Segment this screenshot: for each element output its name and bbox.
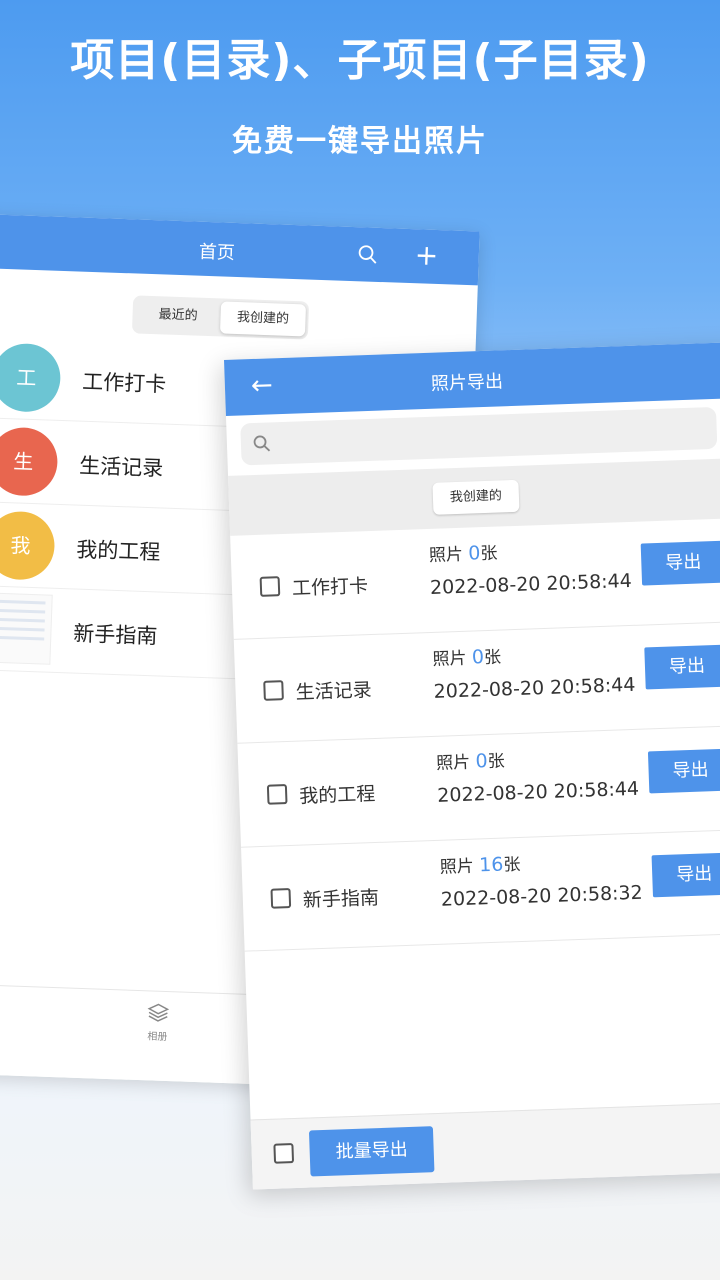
home-title: 首页 bbox=[198, 241, 236, 264]
export-button[interactable]: 导出 bbox=[644, 644, 720, 690]
row-checkbox[interactable] bbox=[259, 576, 281, 597]
export-screen: ← 照片导出 我创建的 工作打卡 照片 0张 2022-08-20 20:58:… bbox=[224, 341, 720, 1190]
table-row: 工作打卡 照片 0张 2022-08-20 20:58:44 导出 bbox=[230, 517, 720, 640]
segment-mine[interactable]: 我创建的 bbox=[219, 301, 307, 337]
photo-count: 照片 0张 bbox=[428, 542, 498, 566]
bulk-footer: 批量导出 bbox=[250, 1101, 720, 1190]
home-header: 首页 + bbox=[0, 214, 480, 286]
export-button[interactable]: 导出 bbox=[651, 852, 720, 898]
table-row: 生活记录 照片 0张 2022-08-20 20:58:44 导出 bbox=[233, 621, 720, 744]
grid-icon bbox=[0, 995, 2, 1018]
export-button[interactable]: 导出 bbox=[647, 748, 720, 794]
plus-icon[interactable]: + bbox=[414, 238, 439, 272]
photo-count: 照片 0张 bbox=[432, 646, 502, 670]
bulk-export-button[interactable]: 批量导出 bbox=[308, 1126, 435, 1177]
photo-count: 照片 16张 bbox=[439, 853, 521, 878]
row-date: 2022-08-20 20:58:32 bbox=[440, 881, 644, 911]
row-date: 2022-08-20 20:58:44 bbox=[436, 777, 640, 807]
row-name: 新手指南 bbox=[302, 886, 380, 912]
table-row: 新手指南 照片 16张 2022-08-20 20:58:32 导出 bbox=[241, 829, 720, 952]
filter-mine[interactable]: 我创建的 bbox=[432, 479, 520, 515]
list-item-label: 我的工程 bbox=[75, 537, 161, 565]
row-date: 2022-08-20 20:58:44 bbox=[429, 569, 633, 599]
export-title: 照片导出 bbox=[430, 371, 504, 395]
search-icon bbox=[253, 435, 271, 452]
row-date: 2022-08-20 20:58:44 bbox=[433, 673, 636, 703]
back-arrow-icon[interactable]: ← bbox=[250, 370, 273, 401]
table-row: 我的工程 照片 0张 2022-08-20 20:58:44 导出 bbox=[237, 725, 720, 848]
search-bar bbox=[240, 406, 718, 466]
avatar: 工 bbox=[0, 342, 62, 413]
list-item-label: 生活记录 bbox=[78, 453, 164, 481]
row-checkbox[interactable] bbox=[266, 784, 288, 805]
row-name: 工作打卡 bbox=[291, 575, 369, 600]
promo-headline: 项目(目录)、子项目(子目录) bbox=[70, 35, 650, 86]
row-checkbox[interactable] bbox=[270, 888, 292, 909]
export-button[interactable]: 导出 bbox=[640, 540, 720, 586]
row-name: 生活记录 bbox=[295, 679, 373, 704]
search-icon[interactable] bbox=[356, 243, 379, 266]
export-list: 工作打卡 照片 0张 2022-08-20 20:58:44 导出 生活记录 照… bbox=[230, 517, 720, 952]
list-item-label: 新手指南 bbox=[72, 621, 158, 649]
tab-album[interactable]: 相册 bbox=[127, 1001, 188, 1044]
layers-icon bbox=[147, 1003, 170, 1022]
guide-thumbnail bbox=[0, 592, 53, 665]
search-input[interactable] bbox=[280, 407, 702, 465]
photo-count: 照片 0张 bbox=[435, 750, 506, 774]
segment-control: 最近的 我创建的 bbox=[131, 295, 310, 340]
tab-home[interactable]: 首页 bbox=[0, 995, 21, 1038]
row-checkbox[interactable] bbox=[263, 680, 284, 701]
select-all-checkbox[interactable] bbox=[273, 1143, 295, 1164]
avatar: 生 bbox=[0, 426, 59, 497]
list-item-label: 工作打卡 bbox=[81, 369, 167, 397]
tab-label: 相册 bbox=[147, 1031, 168, 1044]
avatar: 我 bbox=[0, 510, 56, 581]
segment-recent[interactable]: 最近的 bbox=[135, 299, 221, 334]
row-name: 我的工程 bbox=[298, 782, 376, 808]
promo-subline: 免费一键导出照片 bbox=[232, 124, 488, 159]
